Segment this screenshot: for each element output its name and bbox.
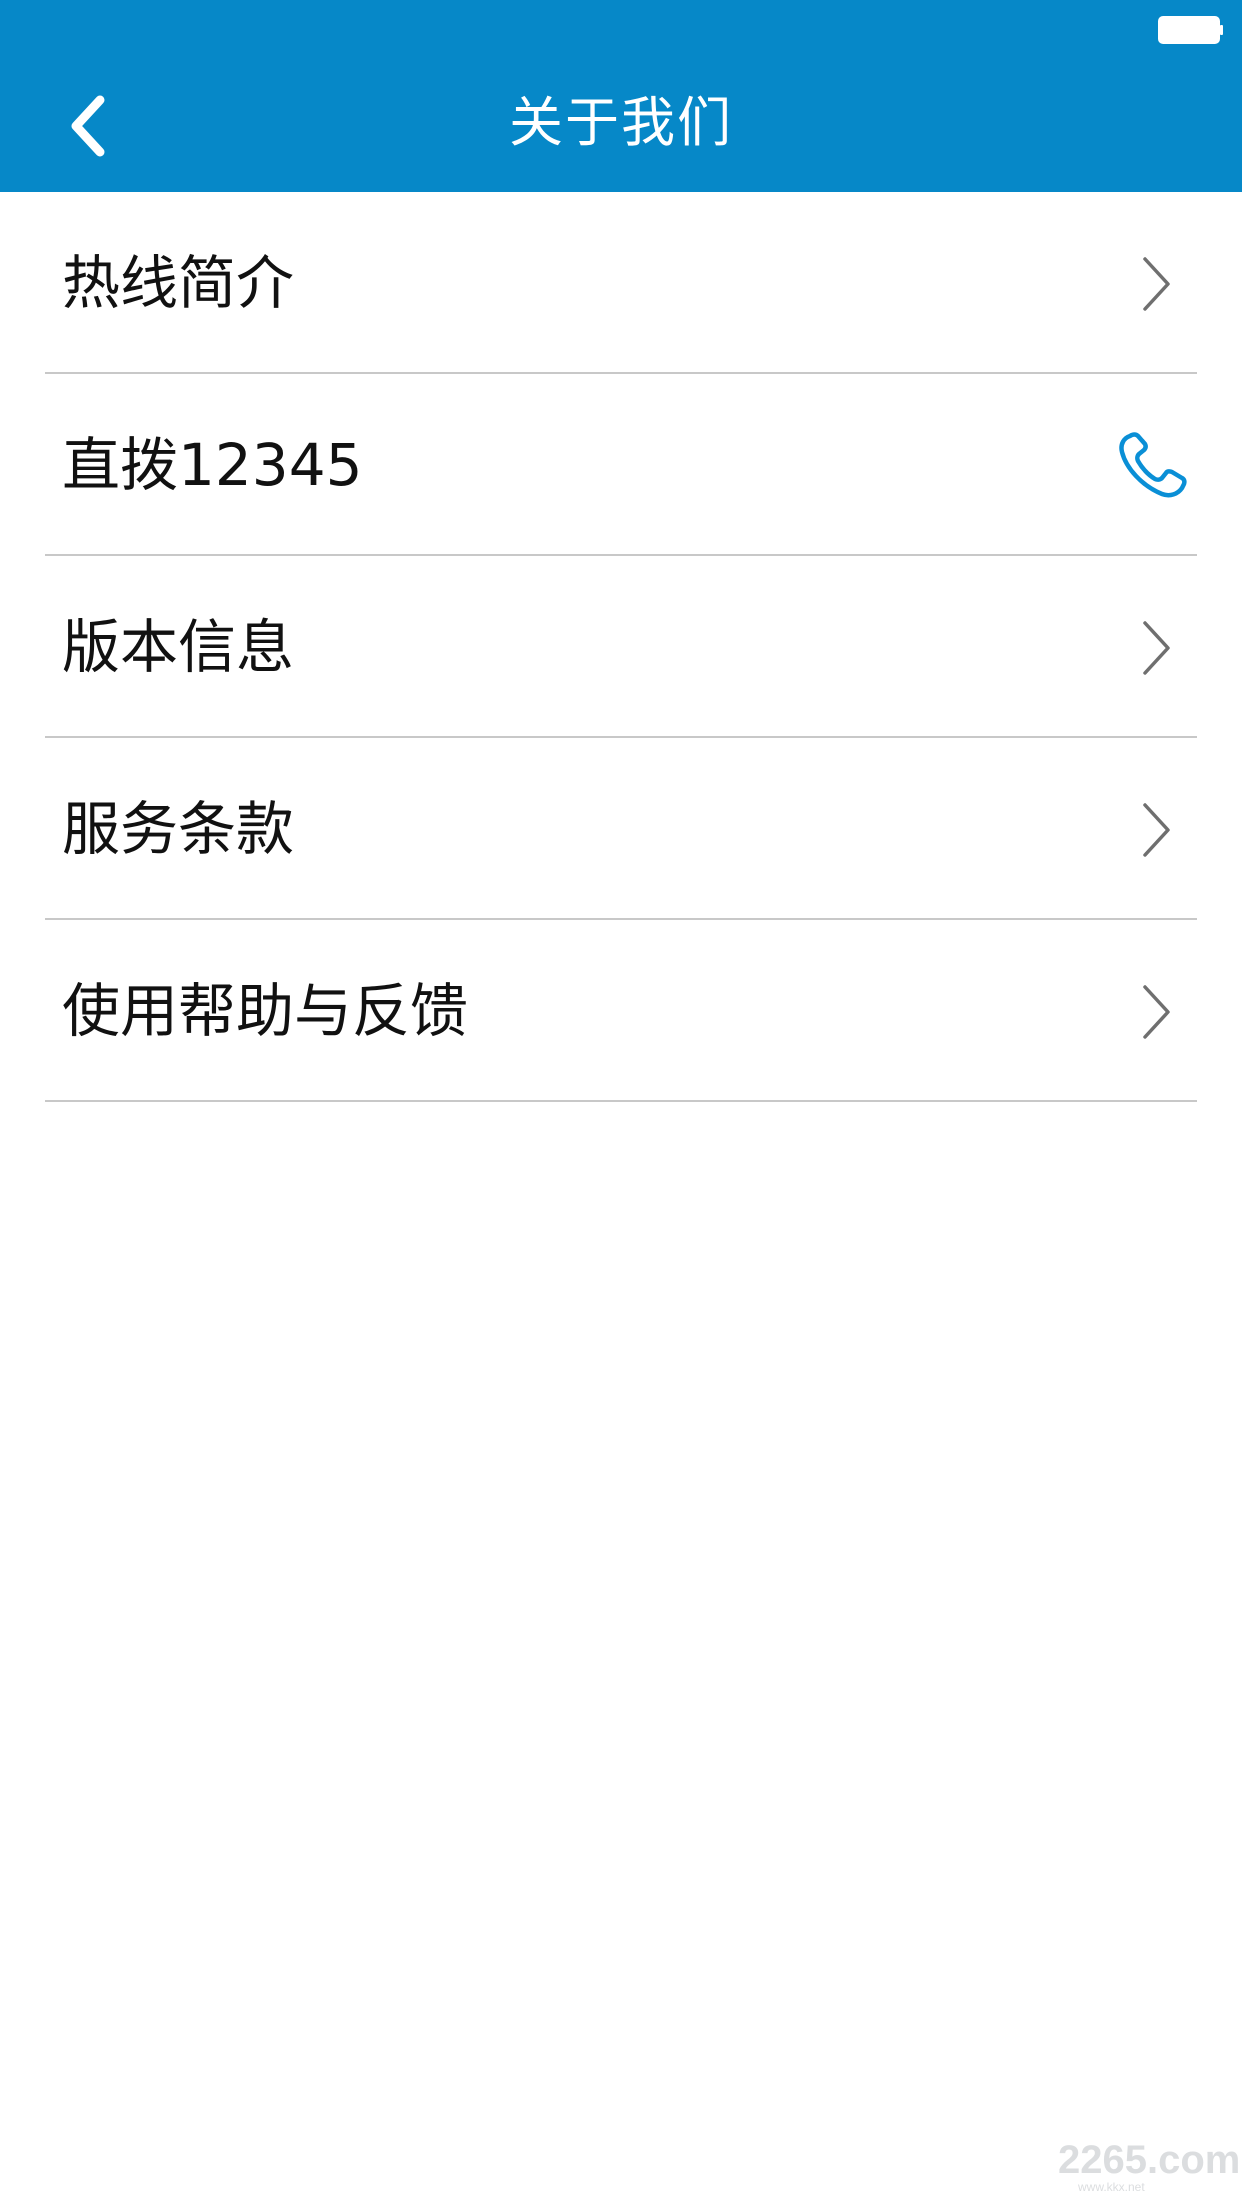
chevron-right-icon bbox=[1143, 257, 1170, 311]
watermark: 2265.com www.kkx.net bbox=[1058, 2138, 1240, 2198]
battery-icon bbox=[1158, 16, 1223, 44]
chevron-right-icon bbox=[1143, 621, 1170, 675]
menu-item-label: 直拨12345 bbox=[62, 431, 363, 499]
page-title: 关于我们 bbox=[509, 91, 733, 154]
divider bbox=[45, 1100, 1197, 1102]
chevron-right-icon bbox=[1143, 803, 1170, 857]
menu-item-help-feedback[interactable]: 使用帮助与反馈 bbox=[0, 920, 1242, 1102]
menu-list: 热线简介 直拨12345 版本信息 服务条款 使用帮助与反馈 bbox=[0, 192, 1242, 1102]
nav-bar: 关于我们 bbox=[0, 0, 1242, 192]
menu-item-terms-of-service[interactable]: 服务条款 bbox=[0, 738, 1242, 920]
phone-icon[interactable] bbox=[1116, 430, 1188, 502]
menu-item-label: 版本信息 bbox=[62, 613, 295, 681]
watermark-sub: www.kkx.net bbox=[1078, 2180, 1145, 2194]
chevron-right-icon bbox=[1143, 985, 1170, 1039]
menu-item-label: 热线简介 bbox=[62, 249, 295, 317]
about-us-page: 关于我们 热线简介 直拨12345 版本信息 服务条款 使用帮助与反馈 2265… bbox=[0, 0, 1242, 2208]
menu-item-label: 使用帮助与反馈 bbox=[62, 977, 469, 1045]
menu-item-hotline-intro[interactable]: 热线简介 bbox=[0, 192, 1242, 374]
menu-item-label: 服务条款 bbox=[62, 795, 295, 863]
menu-item-direct-dial[interactable]: 直拨12345 bbox=[0, 374, 1242, 556]
menu-item-version-info[interactable]: 版本信息 bbox=[0, 556, 1242, 738]
watermark-main: 2265.com bbox=[1058, 2138, 1241, 2182]
